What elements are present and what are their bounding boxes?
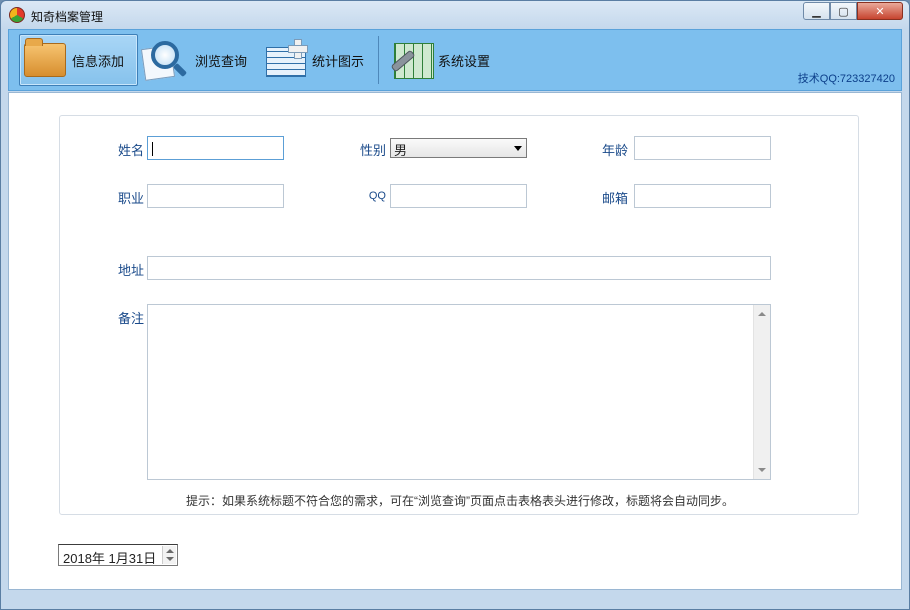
content-area: 姓名 性别 男 年龄 职业 QQ 邮箱 地址 备注 提示：如果系统标题不符合您的… [8, 92, 902, 590]
date-value: 2018年 1月31日 [63, 551, 157, 566]
spreadsheet-add-icon [260, 37, 308, 83]
email-label: 邮箱 [601, 191, 628, 206]
gender-selected-value: 男 [394, 143, 408, 158]
app-logo-icon [9, 7, 25, 23]
text-caret [152, 142, 153, 156]
address-input[interactable] [147, 256, 771, 280]
close-button[interactable]: ✕ [857, 2, 903, 20]
title-bar[interactable]: 知奇档案管理 ▁ ▢ ✕ [1, 1, 909, 29]
spin-down-icon[interactable] [166, 557, 174, 561]
tab-info-add-label: 信息添加 [72, 53, 125, 69]
gender-label: 性别 [359, 143, 386, 158]
window-title: 知奇档案管理 [31, 10, 104, 24]
magnifier-icon [140, 37, 191, 83]
age-input[interactable] [634, 136, 771, 160]
age-label: 年龄 [601, 143, 628, 158]
tab-system-settings[interactable]: 系统设置 [386, 34, 498, 86]
tab-info-add[interactable]: 信息添加 [19, 34, 138, 86]
qq-label: QQ [368, 190, 386, 202]
window-controls: ▁ ▢ ✕ [803, 2, 903, 20]
hint-text: 提示：如果系统标题不符合您的需求，可在“浏览查询”页面点击表格表头进行修改，标题… [186, 494, 734, 508]
app-window: 知奇档案管理 ▁ ▢ ✕ 信息添加 浏览查询 统计图示 系统设置 技术QQ:72… [0, 0, 910, 610]
tab-browse-query[interactable]: 浏览查询 [140, 34, 255, 86]
tab-system-settings-label: 系统设置 [438, 53, 491, 69]
scroll-up-icon[interactable] [758, 312, 766, 316]
qq-input[interactable] [390, 184, 527, 208]
info-form-panel: 姓名 性别 男 年龄 职业 QQ 邮箱 地址 备注 提示：如果系统标题不符合您的… [59, 115, 859, 515]
tab-browse-query-label: 浏览查询 [195, 53, 248, 69]
tab-statistics-chart[interactable]: 统计图示 [260, 34, 372, 86]
main-toolbar: 信息添加 浏览查询 统计图示 系统设置 技术QQ:723327420 [8, 29, 902, 91]
address-label: 地址 [117, 263, 144, 278]
settings-wrench-icon [386, 37, 434, 83]
job-input[interactable] [147, 184, 284, 208]
gender-select[interactable]: 男 [390, 138, 527, 158]
job-label: 职业 [117, 191, 144, 206]
toolbar-separator [378, 36, 379, 84]
email-input[interactable] [634, 184, 771, 208]
notes-label: 备注 [117, 311, 144, 326]
tab-statistics-chart-label: 统计图示 [312, 53, 365, 69]
minimize-button[interactable]: ▁ [803, 2, 830, 20]
notes-scrollbar[interactable] [753, 305, 770, 479]
date-picker[interactable]: 2018年 1月31日 [58, 544, 178, 566]
maximize-button[interactable]: ▢ [830, 2, 857, 20]
date-spinner[interactable] [162, 546, 176, 564]
name-label: 姓名 [117, 143, 144, 158]
chevron-down-icon [514, 146, 522, 151]
notes-textarea[interactable] [147, 304, 771, 480]
scroll-down-icon[interactable] [758, 468, 766, 472]
folder-icon [20, 37, 68, 83]
name-input[interactable] [147, 136, 284, 160]
tech-support-qq: 技术QQ:723327420 [797, 73, 895, 85]
spin-up-icon[interactable] [166, 549, 174, 553]
